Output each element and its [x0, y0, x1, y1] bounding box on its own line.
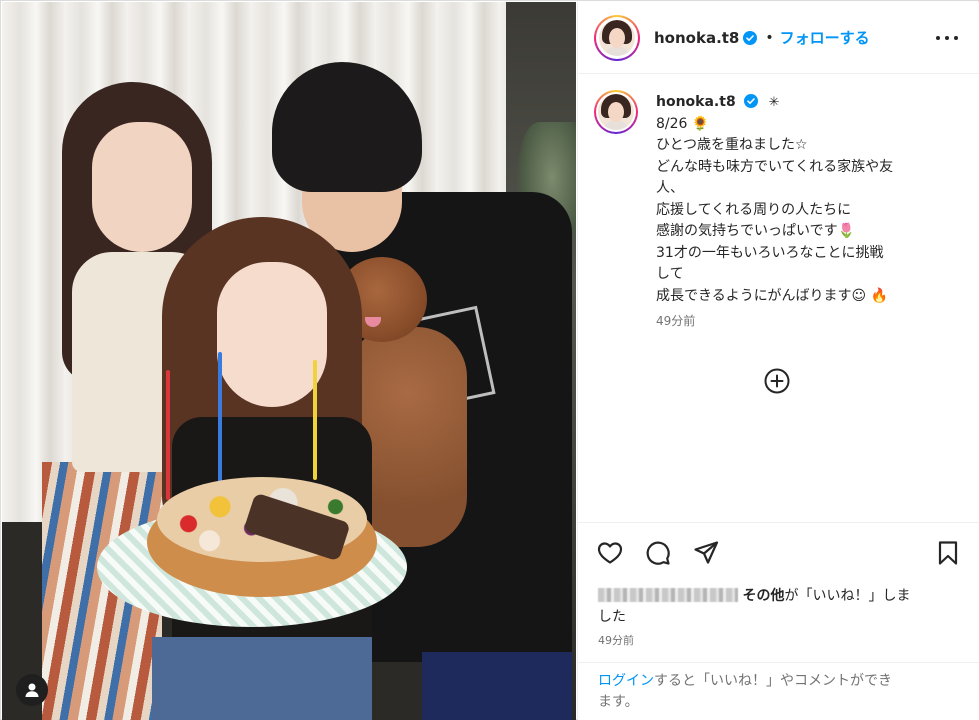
tagged-user-icon[interactable]: [16, 674, 48, 706]
candle-blue: [218, 352, 222, 482]
login-text: すると「いいね！」やコメントができ: [654, 673, 892, 689]
follow-button[interactable]: フォローする: [780, 27, 870, 48]
verified-badge-icon: [744, 94, 759, 108]
instagram-embed: honoka.t8 • フォローする honoka.t8 ✳ 8/26 🌻 ひと…: [0, 0, 979, 720]
login-text-2: ます。: [598, 694, 639, 710]
person-icon: [25, 683, 39, 697]
heart-icon[interactable]: [596, 539, 624, 567]
likes-suffix: が「いいね！」しま: [784, 588, 911, 604]
more-options-icon[interactable]: [936, 28, 958, 48]
liker-names-blurred: [598, 588, 738, 602]
post-panel: honoka.t8 • フォローする honoka.t8 ✳ 8/26 🌻 ひと…: [577, 2, 979, 720]
verified-badge-icon: [743, 30, 758, 45]
likes-others-link[interactable]: その他: [742, 588, 784, 604]
share-icon[interactable]: [692, 539, 720, 567]
login-link[interactable]: ログイン: [598, 673, 654, 689]
caption-username[interactable]: honoka.t8: [656, 94, 736, 110]
caption-line: して: [656, 266, 684, 282]
author-avatar[interactable]: [594, 14, 640, 61]
caption-line: 応援してくれる周りの人たちに: [656, 201, 852, 218]
caption-line: 成長できるようにがんばります☺ 🔥: [656, 287, 888, 304]
comment-icon[interactable]: [644, 539, 672, 567]
caption-timestamp: 49分前: [656, 314, 696, 328]
likes-summary: その他が「いいね！」しま した: [598, 586, 968, 628]
post-timestamp: 49分前: [598, 634, 634, 647]
caption-line: 31才の一年もいろいろなことに挑戦: [656, 244, 884, 261]
caption-line: 人、: [656, 180, 684, 196]
post-header: honoka.t8 • フォローする: [578, 2, 979, 74]
caption-line: 8/26 🌻: [656, 115, 710, 132]
caption-line: どんな時も味方でいてくれる家族や友: [656, 158, 894, 175]
login-prompt: ログインすると「いいね！」やコメントができ ます。: [578, 662, 979, 720]
birthday-cake: [97, 467, 407, 627]
action-bar: [578, 522, 979, 582]
separator-dot: •: [765, 29, 774, 46]
caption: honoka.t8 ✳ 8/26 🌻 ひとつ歳を重ねました☆ どんな時も味方でい…: [594, 90, 964, 333]
author-username[interactable]: honoka.t8: [654, 29, 739, 47]
likes-suffix-2: した: [598, 609, 626, 625]
caption-line: ひとつ歳を重ねました☆: [656, 137, 808, 153]
caption-body: honoka.t8 ✳ 8/26 🌻 ひとつ歳を重ねました☆ どんな時も味方でい…: [656, 90, 893, 333]
sparkle-icon: ✳: [768, 95, 780, 110]
add-circle-icon[interactable]: [764, 368, 790, 394]
post-photo[interactable]: [2, 2, 576, 720]
caption-avatar[interactable]: [594, 90, 638, 134]
candle-yellow: [313, 360, 317, 480]
caption-line: 感謝の気持ちでいっぱいです🌷: [656, 223, 856, 239]
bookmark-icon[interactable]: [934, 539, 962, 567]
